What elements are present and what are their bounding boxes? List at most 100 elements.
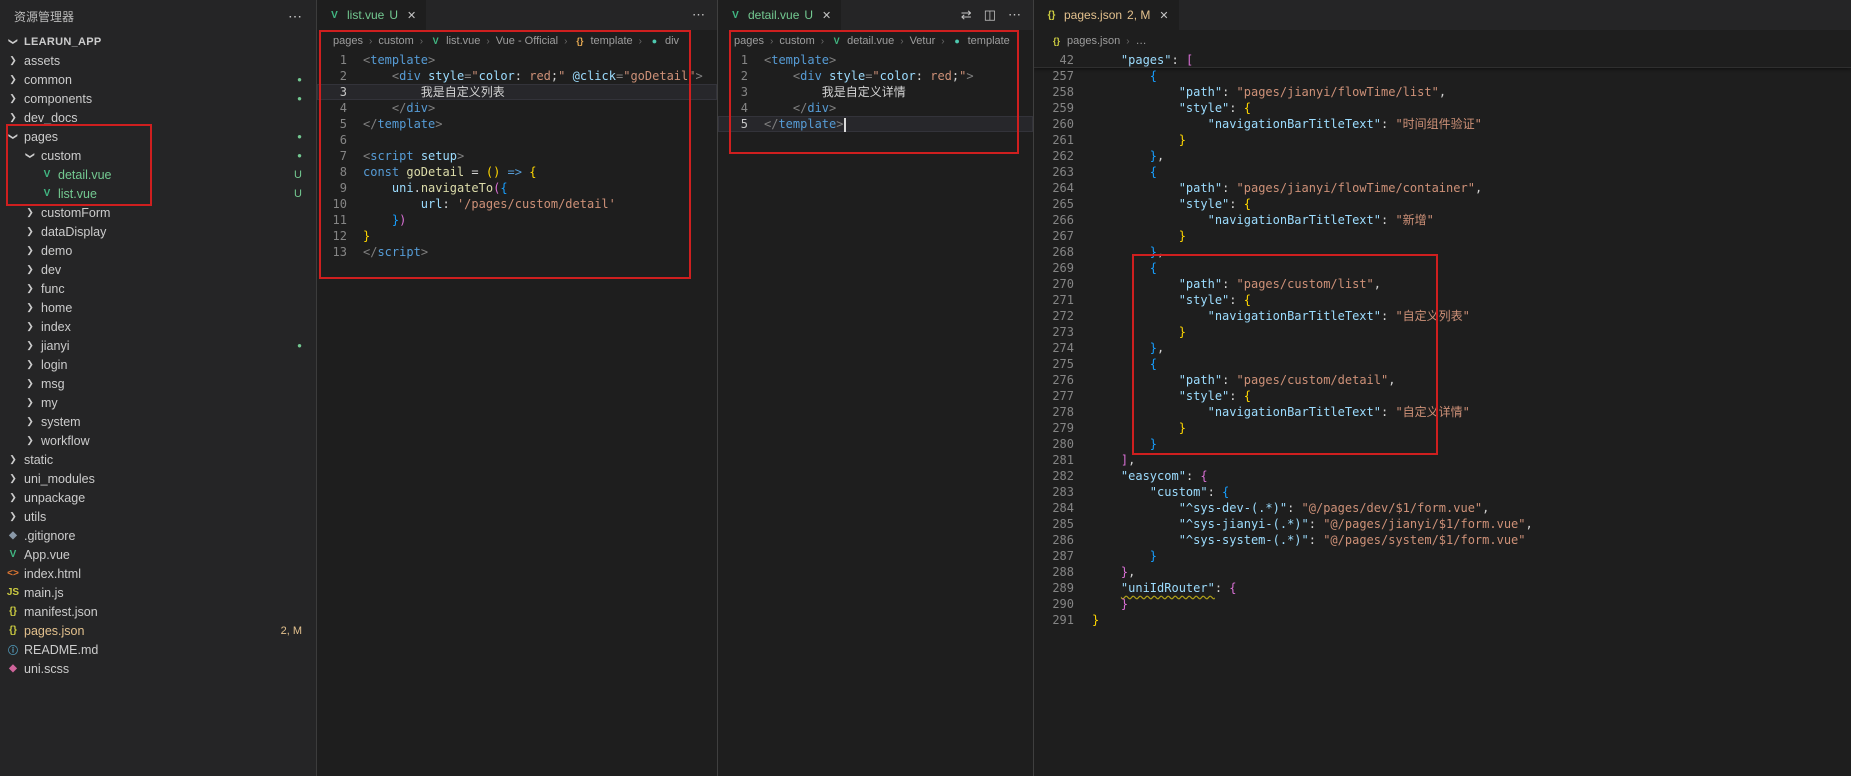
code-line-9[interactable]: 9 uni.navigateTo({ [317, 180, 717, 196]
tree-item-App.vue[interactable]: VApp.vue [0, 545, 316, 564]
code-editor-detail[interactable]: 1<template>2 <div style="color: red;">3 … [718, 52, 1033, 776]
code-line-6[interactable]: 6 [317, 132, 717, 148]
breadcrumb-item-Vue - Official[interactable]: Vue - Official [496, 35, 558, 47]
tree-item-pages.json[interactable]: {}pages.json2, M [0, 621, 316, 640]
code-line-285[interactable]: 285 "^sys-jianyi-(.*)": "@/pages/jianyi/… [1034, 516, 1851, 532]
tree-item-uni_modules[interactable]: ❯uni_modules [0, 469, 316, 488]
code-line-261[interactable]: 261 } [1034, 132, 1851, 148]
code-line-273[interactable]: 273 } [1034, 324, 1851, 340]
tree-item-static[interactable]: ❯static [0, 450, 316, 469]
code-line-257[interactable]: 257 { [1034, 68, 1851, 84]
code-line-268[interactable]: 268 }, [1034, 244, 1851, 260]
code-line-289[interactable]: 289 "uniIdRouter": { [1034, 580, 1851, 596]
code-line-262[interactable]: 262 }, [1034, 148, 1851, 164]
code-line-266[interactable]: 266 "navigationBarTitleText": "新增" [1034, 212, 1851, 228]
close-icon[interactable]: ✕ [1159, 9, 1168, 22]
code-line-270[interactable]: 270 "path": "pages/custom/list", [1034, 276, 1851, 292]
code-line-260[interactable]: 260 "navigationBarTitleText": "时间组件验证" [1034, 116, 1851, 132]
tree-item-detail.vue[interactable]: Vdetail.vueU [0, 165, 316, 184]
code-line-5[interactable]: 5</template> [317, 116, 717, 132]
breadcrumb-item-detail.vue[interactable]: Vdetail.vue [830, 35, 894, 47]
more-actions-icon[interactable]: ⋯ [1008, 7, 1021, 23]
more-actions-icon[interactable]: ⋯ [692, 7, 705, 23]
code-line-10[interactable]: 10 url: '/pages/custom/detail' [317, 196, 717, 212]
tree-item-assets[interactable]: ❯assets [0, 51, 316, 70]
tree-item-common[interactable]: ❯common● [0, 70, 316, 89]
code-line-277[interactable]: 277 "style": { [1034, 388, 1851, 404]
code-line-3[interactable]: 3 我是自定义详情 [718, 84, 1033, 100]
breadcrumb-item-Vetur[interactable]: Vetur [910, 35, 936, 47]
code-line-276[interactable]: 276 "path": "pages/custom/detail", [1034, 372, 1851, 388]
tree-item-dataDisplay[interactable]: ❯dataDisplay [0, 222, 316, 241]
code-line-287[interactable]: 287 } [1034, 548, 1851, 564]
breadcrumb-item-custom[interactable]: custom [378, 35, 413, 47]
tree-item-func[interactable]: ❯func [0, 279, 316, 298]
tab-pages.json[interactable]: {}pages.json2, M✕ [1034, 0, 1180, 30]
tree-item-main.js[interactable]: JSmain.js [0, 583, 316, 602]
tree-item-msg[interactable]: ❯msg [0, 374, 316, 393]
tree-item-workflow[interactable]: ❯workflow [0, 431, 316, 450]
code-line-7[interactable]: 7<script setup> [317, 148, 717, 164]
tree-item-README.md[interactable]: ⓘREADME.md [0, 640, 316, 659]
code-line-267[interactable]: 267 } [1034, 228, 1851, 244]
code-line-286[interactable]: 286 "^sys-system-(.*)": "@/pages/system/… [1034, 532, 1851, 548]
tree-item-dev[interactable]: ❯dev [0, 260, 316, 279]
tree-item-utils[interactable]: ❯utils [0, 507, 316, 526]
code-line-278[interactable]: 278 "navigationBarTitleText": "自定义详情" [1034, 404, 1851, 420]
code-line-2[interactable]: 2 <div style="color: red;"> [718, 68, 1033, 84]
code-line-269[interactable]: 269 { [1034, 260, 1851, 276]
close-icon[interactable]: ✕ [822, 9, 831, 22]
code-line-283[interactable]: 283 "custom": { [1034, 484, 1851, 500]
tree-item-uni.scss[interactable]: ◆uni.scss [0, 659, 316, 678]
tree-item-pages[interactable]: ❯pages● [0, 127, 316, 146]
code-line-4[interactable]: 4 </div> [718, 100, 1033, 116]
code-line-3[interactable]: 3 我是自定义列表 [317, 84, 717, 100]
code-line-12[interactable]: 12} [317, 228, 717, 244]
code-line-279[interactable]: 279 } [1034, 420, 1851, 436]
breadcrumb-item-template[interactable]: {}template [573, 35, 632, 47]
code-line-258[interactable]: 258 "path": "pages/jianyi/flowTime/list"… [1034, 84, 1851, 100]
tree-item-.gitignore[interactable]: ◆.gitignore [0, 526, 316, 545]
code-line-272[interactable]: 272 "navigationBarTitleText": "自定义列表" [1034, 308, 1851, 324]
code-line-291[interactable]: 291} [1034, 612, 1851, 628]
tree-item-jianyi[interactable]: ❯jianyi● [0, 336, 316, 355]
tree-item-manifest.json[interactable]: {}manifest.json [0, 602, 316, 621]
tab-detail.vue[interactable]: Vdetail.vueU✕ [718, 0, 842, 30]
tree-item-dev_docs[interactable]: ❯dev_docs [0, 108, 316, 127]
code-line-8[interactable]: 8const goDetail = () => { [317, 164, 717, 180]
breadcrumb-item-list.vue[interactable]: Vlist.vue [429, 35, 480, 47]
code-line-13[interactable]: 13</script> [317, 244, 717, 260]
tree-root[interactable]: ❯ LEARUN_APP [0, 32, 316, 51]
tree-item-custom[interactable]: ❯custom● [0, 146, 316, 165]
breadcrumb-item-custom[interactable]: custom [779, 35, 814, 47]
code-line-275[interactable]: 275 { [1034, 356, 1851, 372]
code-line-263[interactable]: 263 { [1034, 164, 1851, 180]
code-line-42[interactable]: 42 "pages": [ [1034, 52, 1851, 68]
tree-item-login[interactable]: ❯login [0, 355, 316, 374]
code-line-265[interactable]: 265 "style": { [1034, 196, 1851, 212]
tree-item-home[interactable]: ❯home [0, 298, 316, 317]
breadcrumb-item-pages.json[interactable]: {}pages.json [1050, 35, 1120, 47]
tree-item-index.html[interactable]: <>index.html [0, 564, 316, 583]
code-line-274[interactable]: 274 }, [1034, 340, 1851, 356]
code-line-281[interactable]: 281 ], [1034, 452, 1851, 468]
open-changes-icon[interactable]: ⇄ [961, 7, 972, 23]
tree-item-system[interactable]: ❯system [0, 412, 316, 431]
code-line-264[interactable]: 264 "path": "pages/jianyi/flowTime/conta… [1034, 180, 1851, 196]
code-line-1[interactable]: 1<template> [718, 52, 1033, 68]
code-line-259[interactable]: 259 "style": { [1034, 100, 1851, 116]
tree-item-demo[interactable]: ❯demo [0, 241, 316, 260]
breadcrumb-item-div[interactable]: ●div [648, 35, 679, 47]
tree-item-index[interactable]: ❯index [0, 317, 316, 336]
breadcrumb-item-…[interactable]: … [1136, 35, 1147, 47]
split-editor-icon[interactable]: ◫ [984, 7, 996, 23]
code-line-288[interactable]: 288 }, [1034, 564, 1851, 580]
code-line-5[interactable]: 5</template> [718, 116, 1033, 132]
tree-item-list.vue[interactable]: Vlist.vueU [0, 184, 316, 203]
close-icon[interactable]: ✕ [407, 9, 416, 22]
code-editor-list[interactable]: 1<template>2 <div style="color: red;" @c… [317, 52, 717, 776]
code-line-11[interactable]: 11 }) [317, 212, 717, 228]
code-line-271[interactable]: 271 "style": { [1034, 292, 1851, 308]
tree-item-my[interactable]: ❯my [0, 393, 316, 412]
code-line-4[interactable]: 4 </div> [317, 100, 717, 116]
